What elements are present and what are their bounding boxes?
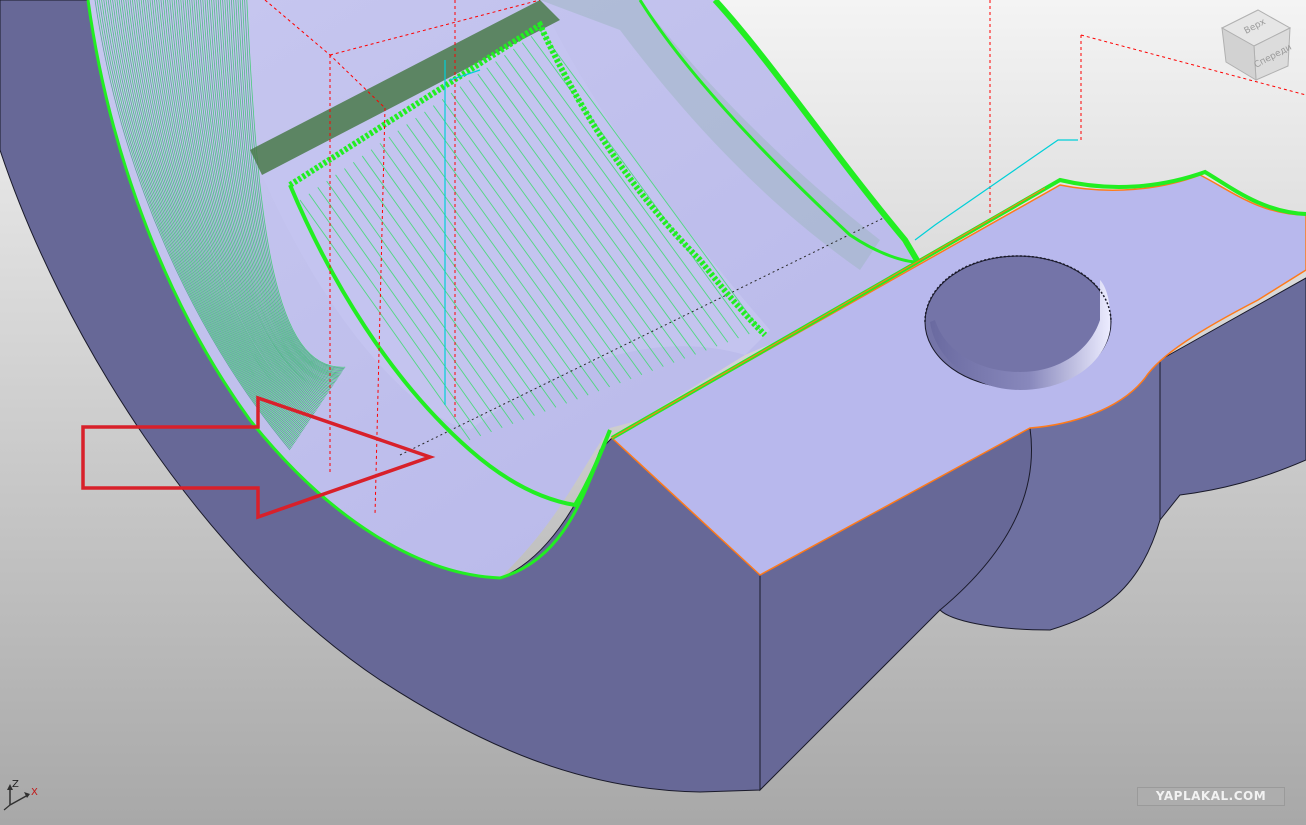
axis-triad: Z X <box>3 779 38 811</box>
cad-3d-viewport[interactable]: Верх Спереди Z X <box>0 0 1306 825</box>
view-cube[interactable]: Верх Спереди <box>1220 9 1294 81</box>
axis-z-label: Z <box>12 779 19 790</box>
axis-x-label: X <box>31 787 38 798</box>
watermark-badge: YAPLAKAL.COM <box>1137 787 1285 806</box>
